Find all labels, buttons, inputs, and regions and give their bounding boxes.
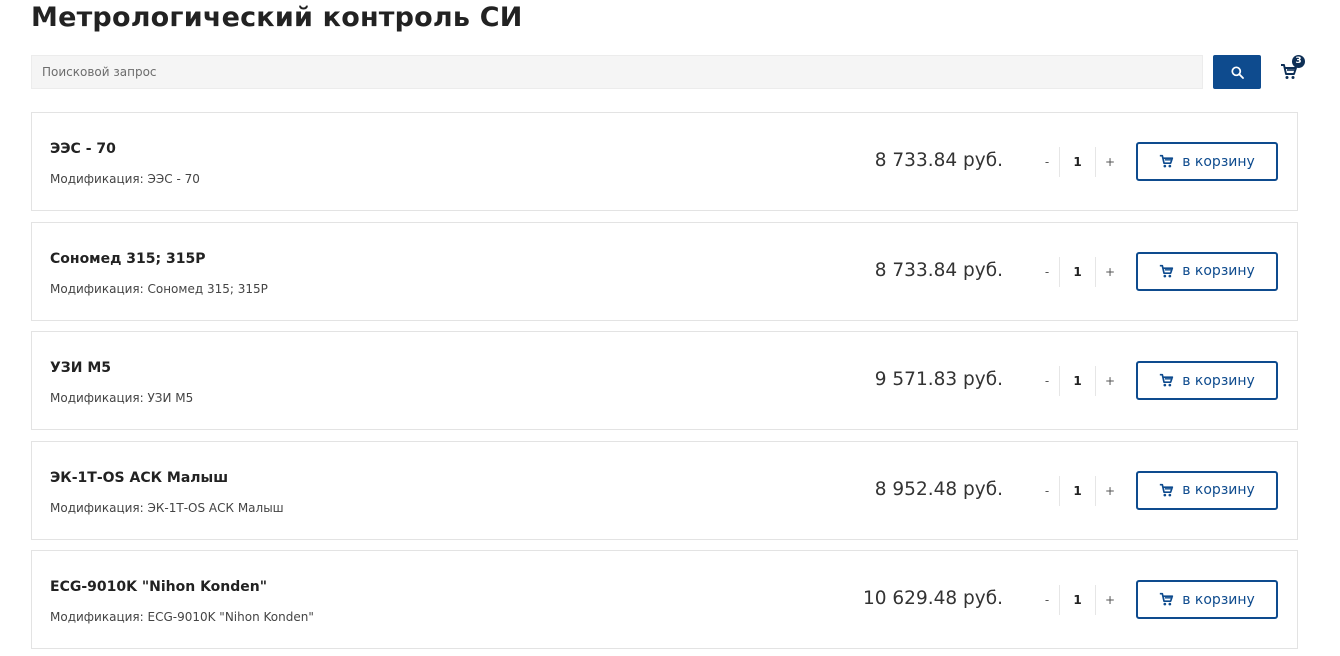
quantity-value[interactable]: 1 [1059, 475, 1096, 506]
product-price: 8 733.84 руб. [874, 150, 1003, 171]
cart-count-badge: 3 [1292, 55, 1305, 68]
product-row: Сономед 315; 315Р Модификация: Сономед 31… [31, 221, 1298, 321]
add-to-cart-label: в корзину [1182, 482, 1255, 498]
add-to-cart-button[interactable]: в корзину [1136, 470, 1278, 510]
product-name[interactable]: УЗИ М5 [50, 360, 111, 376]
quantity-stepper: -1 + [1035, 147, 1123, 177]
product-name[interactable]: ECG-9010K "Nihon Konden" [50, 579, 267, 595]
product-row: ЭЭС - 70 Модификация: ЭЭС - 70 8 733.84 ру… [31, 112, 1298, 211]
quantity-value[interactable]: 1 [1059, 256, 1096, 287]
quantity-stepper: -1 + [1035, 475, 1123, 506]
cart-icon [1160, 373, 1174, 387]
quantity-value[interactable]: 1 [1059, 147, 1096, 177]
add-to-cart-label: в корзину [1182, 263, 1255, 279]
quantity-increase-button[interactable]: + [1098, 366, 1122, 396]
add-to-cart-button[interactable]: в корзину [1136, 142, 1278, 181]
product-name[interactable]: ЭЭС - 70 [50, 141, 116, 157]
cart-icon [1160, 264, 1174, 277]
product-price: 8 733.84 руб. [874, 259, 1003, 281]
product-modification: Модификация: ECG-9010K "Nihon Konden" [50, 610, 314, 624]
product-modification: Модификация: Сономед 315; 315Р [50, 281, 268, 296]
product-name[interactable]: Сономед 315; 315Р [50, 251, 205, 267]
header-cart[interactable]: 3 [1276, 55, 1306, 85]
quantity-decrease-button[interactable]: - [1035, 257, 1059, 287]
quantity-value[interactable]: 1 [1059, 585, 1096, 615]
search-bar [31, 55, 1311, 89]
cart-icon [1160, 154, 1174, 168]
search-button[interactable] [1213, 55, 1261, 89]
catalog-page: Метрологический контроль СИ 3 ЭЭС - 70 Мо… [0, 0, 1340, 656]
quantity-decrease-button[interactable]: - [1035, 585, 1059, 615]
search-input[interactable] [31, 55, 1203, 89]
product-name[interactable]: ЭК-1Т-OS АСК Малыш [50, 470, 228, 486]
product-row: ECG-9010K "Nihon Konden" Модификация: ECG… [31, 550, 1298, 649]
add-to-cart-button[interactable]: в корзину [1136, 251, 1278, 291]
add-to-cart-label: в корзину [1182, 153, 1255, 170]
quantity-stepper: -1 + [1035, 585, 1123, 615]
add-to-cart-label: в корзину [1182, 372, 1255, 389]
product-modification: Модификация: ЭЭС - 70 [50, 172, 200, 186]
product-price: 10 629.48 руб. [862, 588, 1003, 609]
product-list: ЭЭС - 70 Модификация: ЭЭС - 70 8 733.84 ру… [31, 112, 1298, 656]
add-to-cart-label: в корзину [1182, 591, 1255, 608]
search-icon [1230, 65, 1244, 79]
add-to-cart-button[interactable]: в корзину [1136, 361, 1278, 400]
page-title: Метрологический контроль СИ [31, 2, 523, 33]
product-row: УЗИ М5 Модификация: УЗИ М5 9 571.83 руб. -1… [31, 331, 1298, 430]
add-to-cart-button[interactable]: в корзину [1136, 580, 1278, 619]
quantity-increase-button[interactable]: + [1098, 257, 1122, 287]
quantity-increase-button[interactable]: + [1098, 147, 1122, 177]
quantity-stepper: -1 + [1035, 256, 1123, 287]
product-price: 8 952.48 руб. [874, 478, 1003, 500]
quantity-increase-button[interactable]: + [1098, 585, 1122, 615]
quantity-decrease-button[interactable]: - [1035, 147, 1059, 177]
quantity-stepper: -1 + [1035, 366, 1123, 396]
product-row: ЭК-1Т-OS АСК Малыш Модификация: ЭК-1Т-OS … [31, 440, 1298, 540]
cart-icon [1160, 483, 1174, 496]
product-modification: Модификация: ЭК-1Т-OS АСК Малыш [50, 500, 284, 515]
quantity-decrease-button[interactable]: - [1035, 476, 1059, 506]
product-modification: Модификация: УЗИ М5 [50, 391, 194, 405]
cart-icon [1160, 592, 1174, 606]
quantity-value[interactable]: 1 [1059, 366, 1096, 396]
quantity-decrease-button[interactable]: - [1035, 366, 1059, 396]
quantity-increase-button[interactable]: + [1098, 476, 1122, 506]
product-price: 9 571.83 руб. [874, 369, 1003, 390]
